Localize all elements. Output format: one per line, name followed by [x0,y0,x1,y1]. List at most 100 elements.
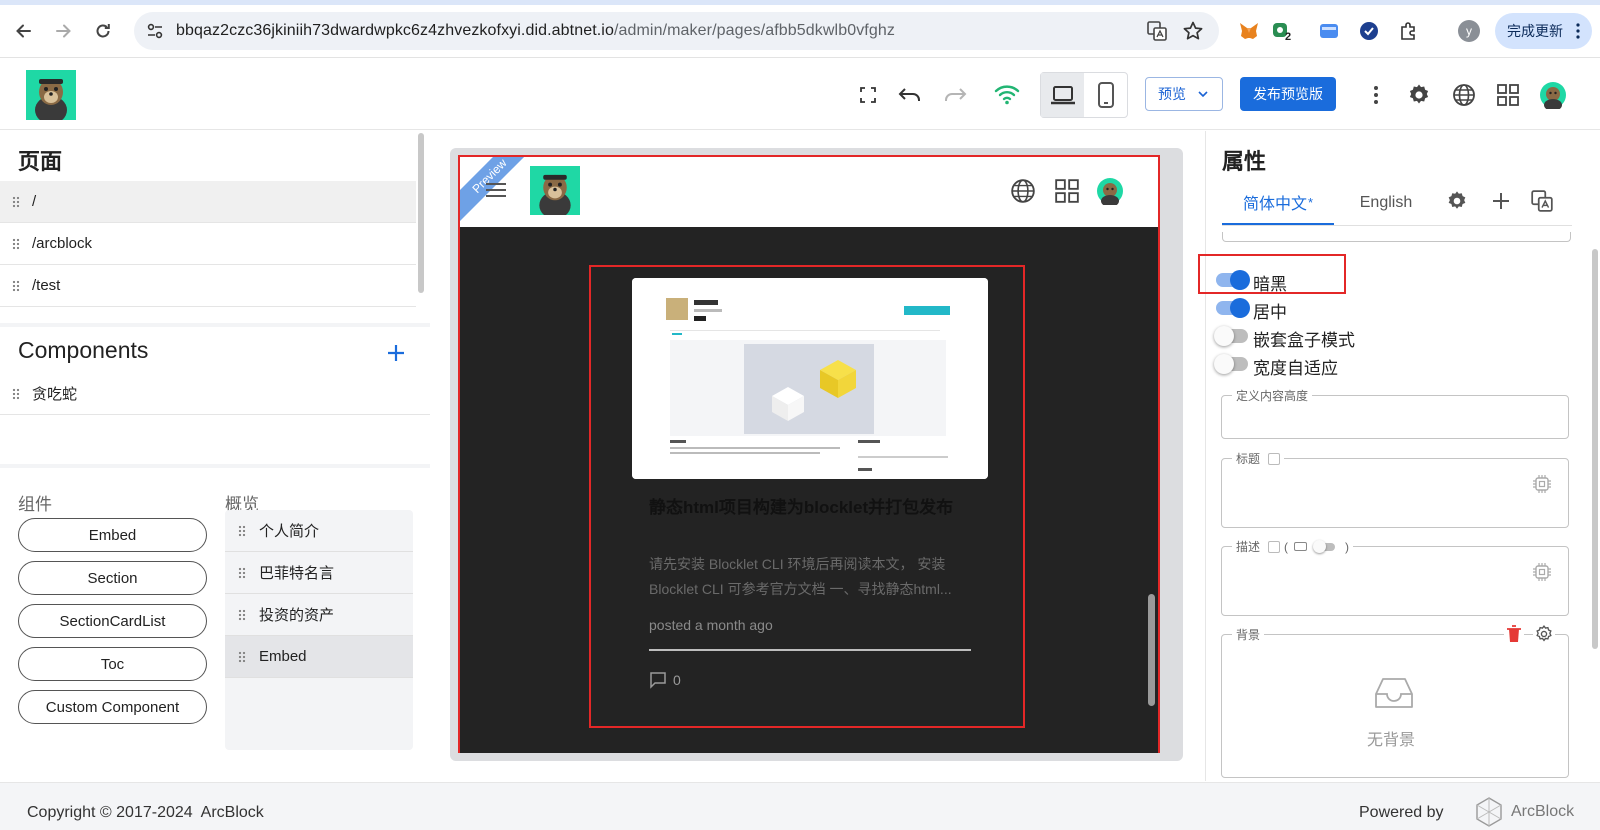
drag-handle-icon[interactable] [0,279,32,292]
overview-item-label: 个人简介 [259,523,320,540]
extension-badge[interactable]: 2 [1268,18,1294,44]
library-embed-button[interactable]: Embed [18,518,207,552]
profile-button[interactable]: y [1456,18,1482,44]
title-field[interactable] [1221,458,1569,528]
add-component-button[interactable] [384,341,408,365]
update-chrome-button[interactable]: 完成更新 [1495,13,1592,49]
overview-item-assets[interactable]: 投资的资产 [225,594,413,636]
add-locale-button[interactable] [1490,190,1512,212]
grid-icon [1497,84,1519,106]
nested-box-toggle[interactable] [1214,326,1248,346]
site-menu-button[interactable] [484,180,508,200]
arrow-left-icon [16,24,31,38]
tab-zh[interactable]: 简体中文 * [1222,181,1334,225]
nested-box-label: 嵌套盒子模式 [1253,331,1355,350]
mobile-view-button[interactable] [1084,73,1127,117]
site-language-button[interactable] [1010,178,1036,204]
title-ai-button[interactable] [1532,474,1552,494]
redo-icon [945,88,967,101]
undo-button[interactable] [895,80,925,110]
fullscreen-button[interactable] [853,80,883,110]
card-thumbnail[interactable] [632,278,988,479]
drag-handle-icon[interactable] [225,524,259,537]
reload-button[interactable] [90,18,116,44]
app-logo[interactable] [26,70,76,120]
redo-button[interactable] [940,80,970,110]
smartphone-icon [1097,82,1114,108]
auto-width-toggle[interactable] [1214,354,1248,374]
tune-icon [147,23,163,39]
paren-close: ) [1345,539,1350,554]
page-item-arcblock[interactable]: /arcblock [0,223,416,265]
drag-handle-icon[interactable] [225,650,259,663]
language-button[interactable] [1449,80,1479,110]
library-toc-button[interactable]: Toc [18,647,207,681]
library-custom-component-button[interactable]: Custom Component [18,690,207,724]
background-settings-button[interactable] [1533,625,1555,643]
user-avatar-button[interactable] [1538,80,1568,110]
tab-en[interactable]: English [1342,181,1430,225]
properties-scrollbar[interactable] [1592,249,1598,649]
browser-chrome: bbqaz2czc36jkiniih73dwardwpkc6z4zhvezkof… [0,0,1600,58]
page-item-root[interactable]: / [0,181,416,223]
markdown-toggle[interactable] [1313,539,1336,553]
settings-button[interactable] [1404,80,1434,110]
center-toggle[interactable] [1216,298,1250,318]
apps-button[interactable] [1493,80,1523,110]
preview-select[interactable]: 预览 [1145,77,1223,111]
library-section-button[interactable]: Section [18,561,207,595]
drag-handle-icon[interactable] [225,608,259,621]
page-item-test[interactable]: /test [0,265,416,307]
description-visible-checkbox[interactable] [1268,540,1281,553]
extension-metamask[interactable] [1236,18,1262,44]
back-button[interactable] [11,18,37,44]
more-options-button[interactable] [1361,80,1391,110]
description-field-text: 描述 [1236,540,1261,554]
site-apps-button[interactable] [1054,178,1080,204]
canvas-scrollbar[interactable] [1148,594,1155,706]
site-user-avatar[interactable] [1096,177,1124,205]
otter-logo-icon [539,174,571,215]
gear-icon [1409,84,1429,104]
preview-label: 预览 [1158,86,1186,102]
pages-scrollbar[interactable] [418,133,424,293]
desktop-view-button[interactable] [1041,73,1084,117]
arcblock-brand[interactable]: ArcBlock [1473,796,1574,828]
extension-wallet[interactable] [1316,18,1342,44]
translate-icon [1147,21,1167,41]
forward-button[interactable] [50,18,76,44]
component-item-label: 贪吃蛇 [32,386,78,403]
drag-handle-icon[interactable] [0,387,32,400]
more-vertical-icon [1576,23,1580,39]
pages-title: 页面 [18,149,63,174]
translate-page-button[interactable] [1144,18,1170,44]
component-item-snake[interactable]: 贪吃蛇 [0,373,430,415]
publish-preview-button[interactable]: 发布预览版 [1240,77,1336,111]
overview-item-buffett[interactable]: 巴菲特名言 [225,552,413,594]
drag-handle-icon[interactable] [0,237,32,250]
description-field[interactable] [1221,546,1569,616]
publish-label: 发布预览版 [1253,86,1323,102]
overview-item-embed[interactable]: Embed [225,636,413,678]
site-logo[interactable] [530,166,580,215]
address-bar[interactable]: bbqaz2czc36jkiniih73dwardwpkc6z4zhvezkof… [134,12,1219,50]
library-sectioncardlist-button[interactable]: SectionCardList [18,604,207,638]
bookmark-button[interactable] [1180,18,1206,44]
site-info-button[interactable] [142,18,168,44]
extension-check[interactable] [1356,18,1382,44]
locale-settings-button[interactable] [1446,190,1468,212]
auto-translate-button[interactable] [1530,189,1554,213]
card-title[interactable]: 静态html项目构建为blocklet并打包发布 [649,494,979,521]
gear-icon [1536,625,1552,642]
extensions-menu-button[interactable] [1396,18,1422,44]
drag-handle-icon[interactable] [225,566,259,579]
title-visible-checkbox[interactable] [1268,452,1281,465]
tab-zh-label: 简体中文 [1242,196,1307,213]
description-ai-button[interactable] [1532,562,1552,582]
empty-background-icon-wrap [1374,676,1414,710]
drag-handle-icon[interactable] [0,195,32,208]
overview-item-intro[interactable]: 个人简介 [225,510,413,552]
dark-mode-toggle[interactable] [1216,270,1250,290]
delete-background-button[interactable] [1504,625,1524,643]
card-comments[interactable]: 0 [649,671,681,689]
